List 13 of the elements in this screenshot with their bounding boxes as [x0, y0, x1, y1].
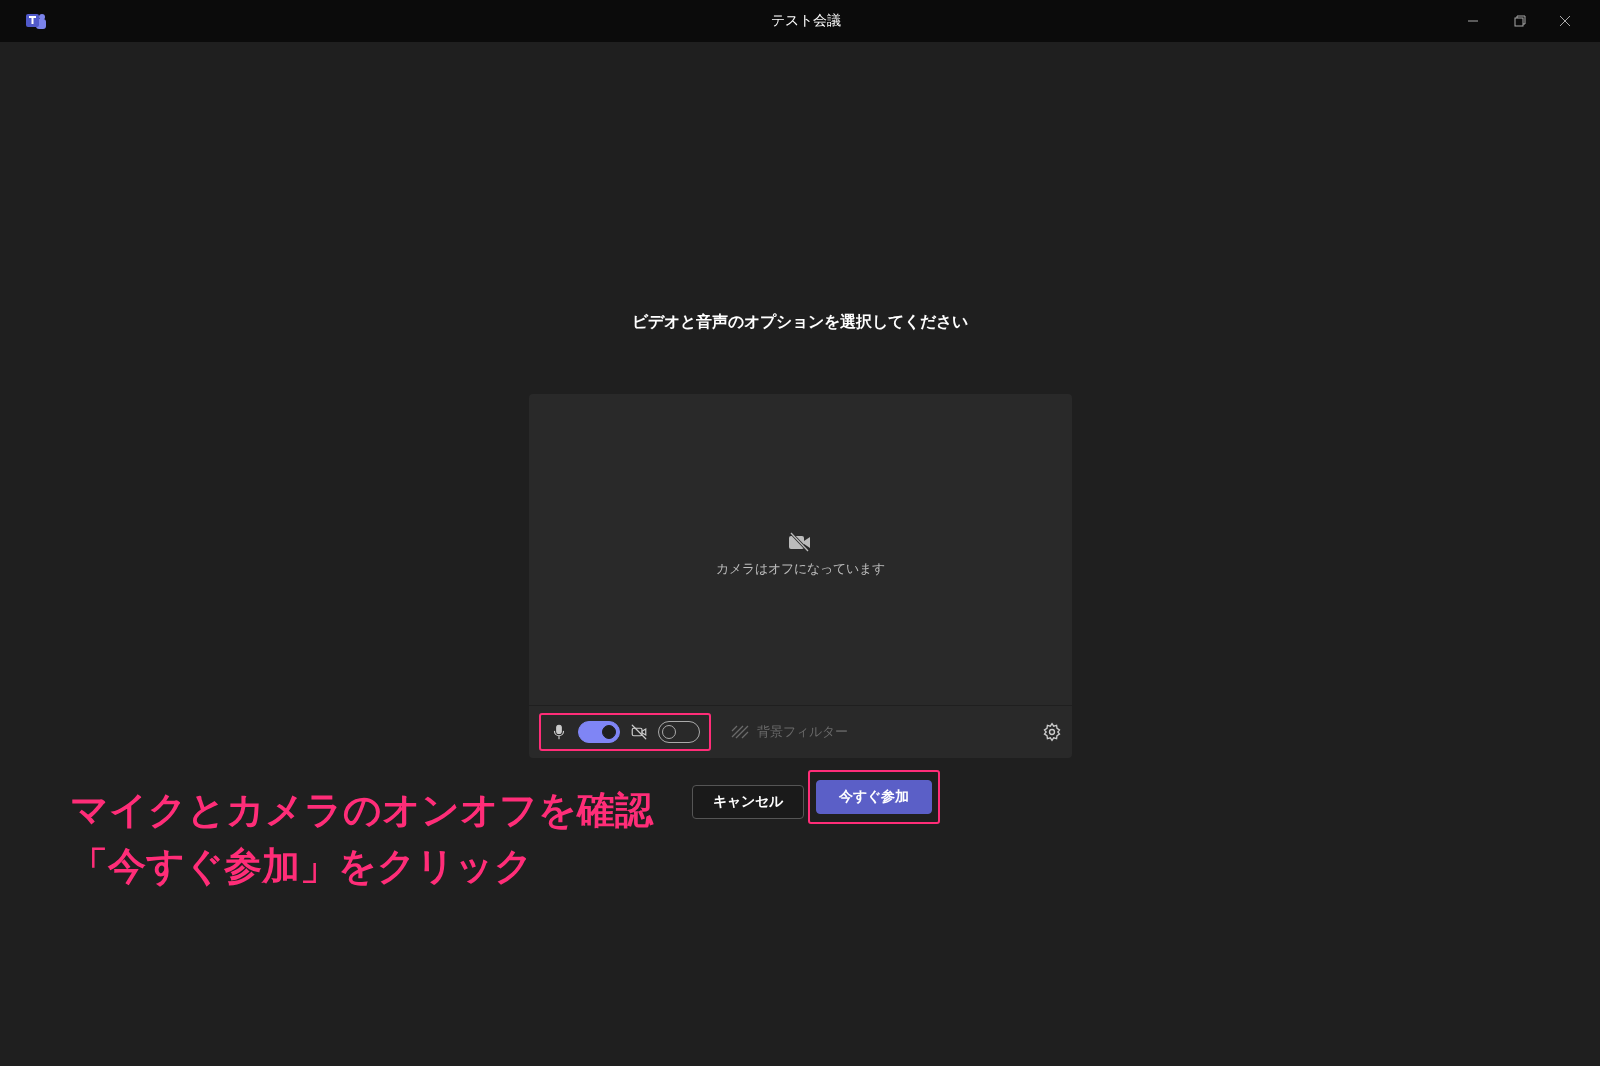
window-title: テスト会議: [771, 12, 841, 30]
microphone-toggle[interactable]: [577, 721, 620, 743]
annotation-text: マイクとカメラのオンオフを確認: [70, 787, 655, 834]
annotation-text: 「今すぐ参加」をクリック: [70, 843, 534, 890]
page-heading: ビデオと音声のオプションを選択してください: [632, 312, 968, 333]
settings-icon[interactable]: [1041, 722, 1062, 742]
camera-off-icon: [787, 531, 813, 553]
cancel-button[interactable]: キャンセル: [692, 785, 804, 819]
camera-off-icon: [629, 723, 648, 741]
background-blur-icon: [730, 725, 749, 739]
camera-off-message: カメラはオフになっています: [715, 561, 885, 578]
join-now-button[interactable]: 今すぐ参加: [816, 780, 932, 814]
app-logo-icon: [24, 11, 48, 31]
